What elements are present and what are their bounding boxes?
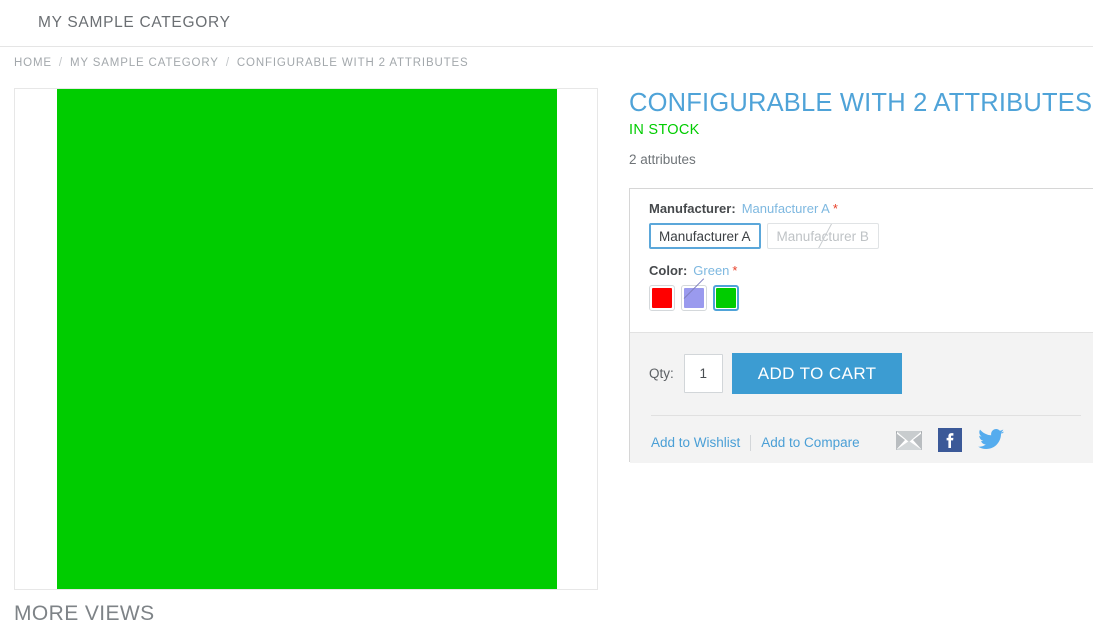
breadcrumb-item-category[interactable]: MY SAMPLE CATEGORY: [70, 57, 219, 69]
add-to-cart-button[interactable]: ADD TO CART: [731, 353, 903, 394]
option-selected-value: Green: [693, 263, 730, 278]
option-title: Manufacturer:: [649, 201, 736, 216]
option-swatch-list-manufacturer: Manufacturer A Manufacturer B: [649, 223, 1087, 249]
option-swatch-manufacturer-a[interactable]: Manufacturer A: [649, 223, 761, 249]
add-to-wishlist-link[interactable]: Add to Wishlist: [651, 435, 740, 450]
option-group-color: Color: Green *: [649, 263, 1087, 311]
category-title: MY SAMPLE CATEGORY: [38, 14, 231, 31]
option-title: Color:: [649, 263, 688, 278]
product-title: CONFIGURABLE WITH 2 ATTRIBUTES: [629, 89, 1093, 117]
required-marker: *: [732, 263, 738, 278]
option-group-manufacturer: Manufacturer: Manufacturer A * Manufacture…: [649, 201, 1087, 249]
breadcrumb-item-current: CONFIGURABLE WITH 2 ATTRIBUTES: [236, 57, 469, 69]
color-swatch-purple[interactable]: [681, 285, 707, 311]
link-divider: [750, 434, 752, 451]
option-swatch-manufacturer-b[interactable]: Manufacturer B: [766, 223, 879, 249]
product-main-image[interactable]: [57, 89, 557, 589]
color-swatch-red[interactable]: [649, 285, 675, 311]
breadcrumb-separator: /: [58, 57, 63, 69]
color-chip: [684, 288, 704, 308]
quantity-input[interactable]: [683, 354, 723, 393]
color-chip: [716, 288, 736, 308]
qty-label: Qty:: [649, 366, 674, 381]
breadcrumb: HOME / MY SAMPLE CATEGORY / CONFIGURABLE…: [14, 57, 469, 69]
breadcrumb-item-home[interactable]: HOME: [14, 57, 52, 69]
configurable-options: Manufacturer: Manufacturer A * Manufacture…: [630, 189, 1093, 315]
option-swatch-list-color: [649, 285, 1087, 311]
facebook-icon[interactable]: [937, 428, 962, 457]
add-to-cart-section: Qty: ADD TO CART Add to Wishlist Add to …: [630, 332, 1093, 463]
breadcrumb-separator: /: [225, 57, 230, 69]
product-options-panel: Manufacturer: Manufacturer A * Manufacture…: [629, 188, 1093, 463]
site-header: MY SAMPLE CATEGORY: [0, 0, 1093, 47]
option-label-manufacturer: Manufacturer: Manufacturer A *: [649, 201, 1087, 216]
twitter-icon[interactable]: [977, 429, 1004, 456]
product-short-description: 2 attributes: [629, 152, 696, 167]
share-icons: [895, 428, 1020, 457]
product-info: CONFIGURABLE WITH 2 ATTRIBUTES IN STOCK …: [629, 88, 1093, 167]
required-marker: *: [832, 201, 838, 216]
color-swatch-green[interactable]: [713, 285, 739, 311]
stock-status-badge: IN STOCK: [629, 122, 700, 138]
qty-and-cart-row: Qty: ADD TO CART: [649, 353, 903, 394]
more-views-heading: MORE VIEWS: [14, 602, 155, 625]
color-chip: [652, 288, 672, 308]
add-to-compare-link[interactable]: Add to Compare: [761, 435, 859, 450]
option-selected-value: Manufacturer A: [741, 201, 830, 216]
product-image-container: [14, 88, 598, 590]
option-label-color: Color: Green *: [649, 263, 1087, 278]
product-links-row: Add to Wishlist Add to Compare: [651, 415, 1081, 457]
email-icon[interactable]: [895, 430, 922, 455]
